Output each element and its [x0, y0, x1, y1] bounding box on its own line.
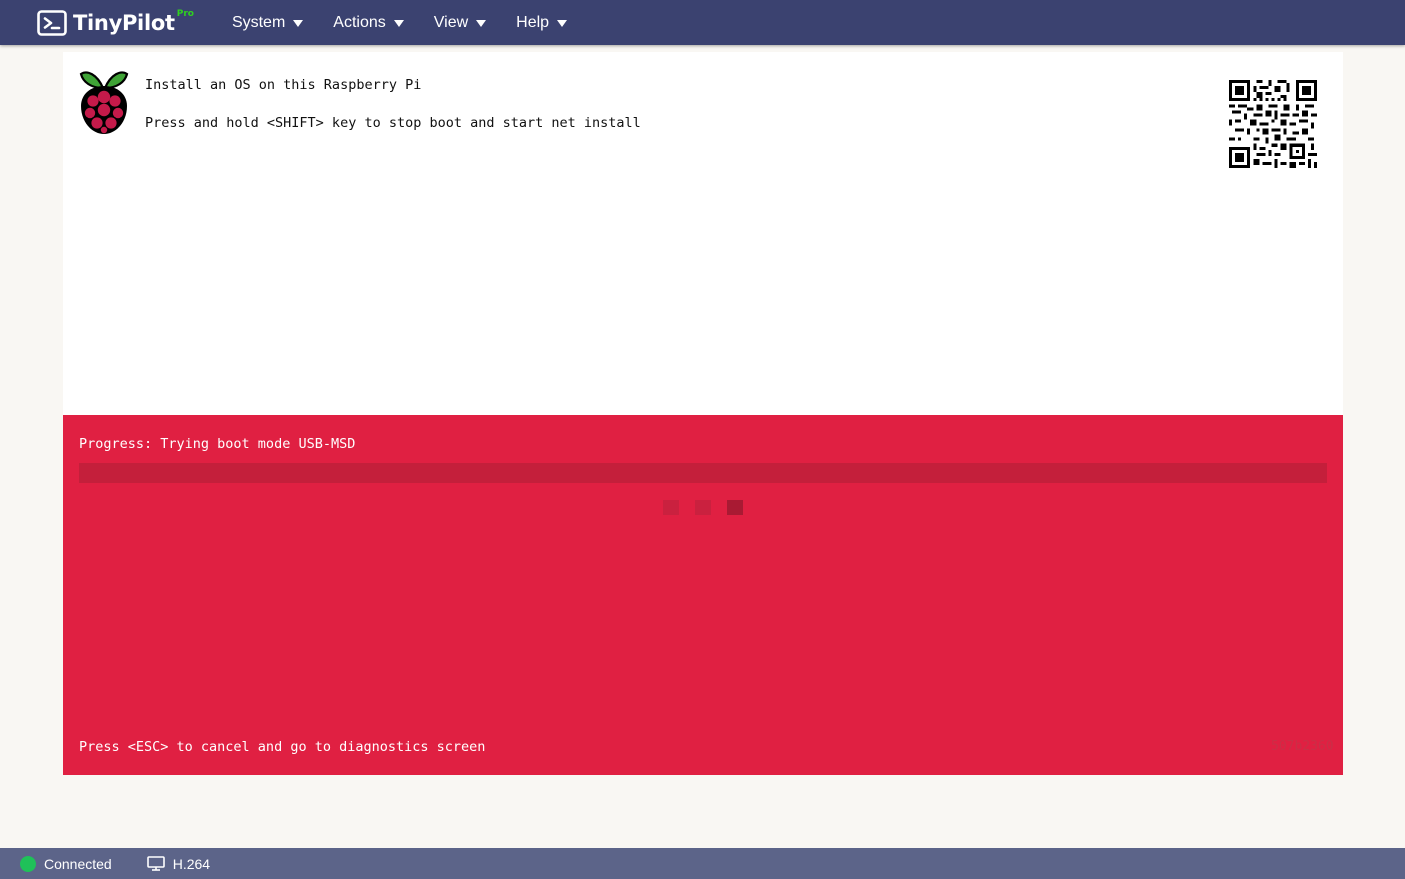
net-install-instruction: Press and hold <SHIFT> key to stop boot … [145, 115, 641, 131]
loading-dot [727, 500, 743, 515]
esc-cancel-hint: Press <ESC> to cancel and go to diagnost… [79, 739, 486, 755]
menu-label: Help [516, 13, 550, 31]
pro-badge: Pro [176, 9, 194, 19]
menu-label: System [231, 13, 286, 31]
build-id: 507b2360 [1271, 739, 1334, 754]
menu-label: Actions [333, 13, 386, 31]
raspberry-pi-logo-icon [79, 71, 129, 134]
connection-status-icon [20, 855, 36, 872]
app-name: TinyPilot [73, 10, 175, 35]
boot-progress-panel: Progress: Trying boot mode USB-MSD Press… [63, 415, 1343, 775]
progress-bar [79, 463, 1327, 483]
main-menu: System Actions View Help [232, 0, 597, 45]
menu-label: View [433, 13, 469, 31]
status-bar: Connected H.264 [0, 848, 1405, 879]
loading-dot [663, 500, 679, 515]
caret-down-icon [293, 19, 304, 27]
app-logo[interactable]: TinyPilot Pro [37, 0, 194, 45]
qr-code-icon [1229, 80, 1317, 168]
top-navbar: TinyPilot Pro System Actions View Help [0, 0, 1405, 45]
menu-help[interactable]: Help [516, 0, 568, 45]
caret-down-icon [557, 19, 568, 27]
menu-actions[interactable]: Actions [333, 0, 404, 45]
menu-system[interactable]: System [231, 0, 304, 45]
video-codec[interactable]: H.264 [173, 856, 210, 872]
loading-indicator [663, 500, 759, 515]
menu-view[interactable]: View [433, 0, 487, 45]
monitor-icon [146, 856, 165, 871]
connection-status: Connected [44, 855, 112, 872]
tinypilot-logo-icon [37, 9, 67, 36]
caret-down-icon [393, 19, 404, 27]
remote-screen[interactable]: Install an OS on this Raspberry Pi Press… [63, 52, 1343, 775]
progress-label: Progress: Trying boot mode USB-MSD [79, 436, 356, 452]
loading-dot [695, 500, 711, 515]
caret-down-icon [476, 19, 487, 27]
install-os-heading: Install an OS on this Raspberry Pi [145, 77, 422, 93]
